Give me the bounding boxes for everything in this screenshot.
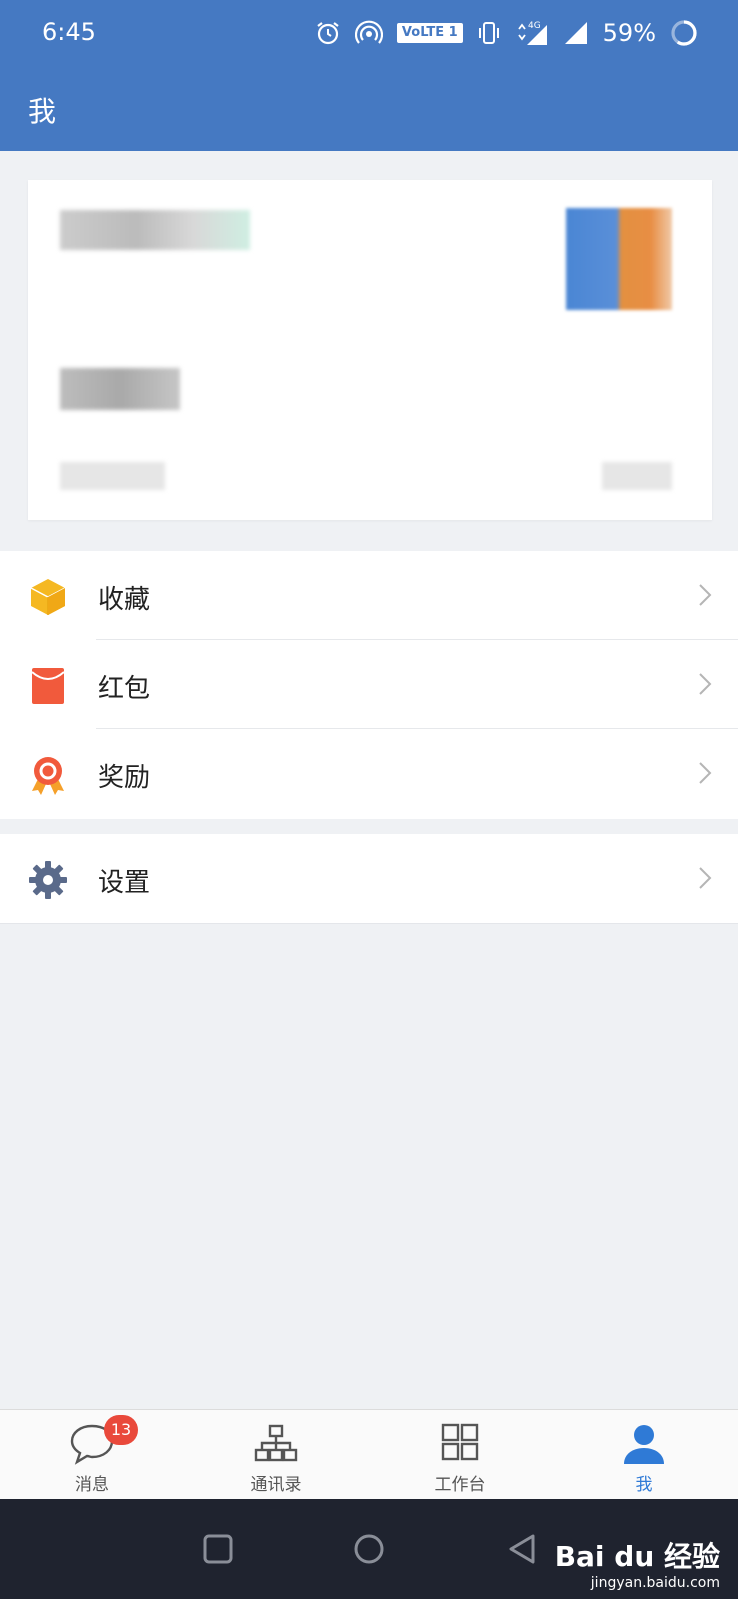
menu-item-settings[interactable]: 设置 <box>0 834 738 923</box>
volte-badge: VoLTE 1 <box>396 23 463 43</box>
watermark: Bai du 经验 jingyan.baidu.com <box>555 1535 720 1591</box>
tab-label-contacts: 通讯录 <box>250 1475 302 1495</box>
menu-group: 收藏 红包 奖励 <box>0 551 738 819</box>
hotspot-icon <box>354 20 383 44</box>
box-icon <box>30 579 66 615</box>
battery-icon <box>671 20 697 46</box>
profile-name-redacted <box>60 210 250 250</box>
company-name-redacted <box>60 368 180 410</box>
tab-workbench[interactable]: 工作台 <box>368 1410 552 1500</box>
system-navigation-bar: Bai du 经验 jingyan.baidu.com <box>0 1499 738 1599</box>
signal-icon <box>564 22 587 44</box>
grid-icon <box>441 1423 479 1461</box>
watermark-url: jingyan.baidu.com <box>590 1575 720 1591</box>
award-medal-icon <box>32 757 64 795</box>
profile-card[interactable] <box>28 180 712 520</box>
menu-label-favorites: 收藏 <box>98 585 151 615</box>
menu-item-favorites[interactable]: 收藏 <box>0 551 738 640</box>
menu-item-red-envelope[interactable]: 红包 <box>0 640 738 729</box>
menu-label-settings: 设置 <box>98 868 151 898</box>
chevron-right-icon <box>699 867 712 889</box>
watermark-brand: Bai du 经验 <box>554 1540 720 1573</box>
menu-label-rewards: 奖励 <box>98 763 151 793</box>
battery-percentage: 59% <box>602 19 656 47</box>
alarm-icon <box>317 22 339 45</box>
tab-label-workbench: 工作台 <box>434 1475 486 1495</box>
menu-item-rewards[interactable]: 奖励 <box>0 729 738 818</box>
tab-label-messages: 消息 <box>75 1475 109 1495</box>
menu-label-red-envelope: 红包 <box>98 674 151 704</box>
bottom-tab-bar: 13 消息 通讯录 工作台 我 <box>0 1409 738 1500</box>
status-time: 6:45 <box>42 18 96 46</box>
tab-messages[interactable]: 13 消息 <box>0 1410 184 1500</box>
page-title: 我 <box>28 95 57 128</box>
chevron-right-icon <box>699 762 712 784</box>
recent-apps-icon[interactable] <box>200 1531 236 1567</box>
gear-icon <box>29 861 67 899</box>
vibrate-icon <box>478 22 499 44</box>
tab-label-me: 我 <box>635 1475 653 1495</box>
red-envelope-icon <box>31 668 65 704</box>
person-icon <box>624 1425 664 1464</box>
status-bar: 6:45 VoLTE 1 4G 59% <box>0 0 738 66</box>
app-bar: 我 <box>0 66 738 151</box>
menu-group-settings: 设置 <box>0 834 738 924</box>
chevron-right-icon <box>699 673 712 695</box>
chevron-right-icon <box>699 584 712 606</box>
profile-footer-right-redacted <box>602 462 672 490</box>
signal-4g-icon: 4G <box>517 21 547 45</box>
home-icon[interactable] <box>351 1531 387 1567</box>
unread-badge: 13 <box>104 1415 138 1445</box>
back-icon[interactable] <box>505 1531 541 1567</box>
tab-me[interactable]: 我 <box>552 1410 736 1500</box>
org-chart-icon <box>254 1424 298 1462</box>
status-icons: VoLTE 1 4G 59% <box>315 16 698 50</box>
profile-footer-left-redacted <box>60 462 165 490</box>
tab-contacts[interactable]: 通讯录 <box>184 1410 368 1500</box>
avatar[interactable] <box>566 208 672 310</box>
svg-text:4G: 4G <box>528 21 541 31</box>
